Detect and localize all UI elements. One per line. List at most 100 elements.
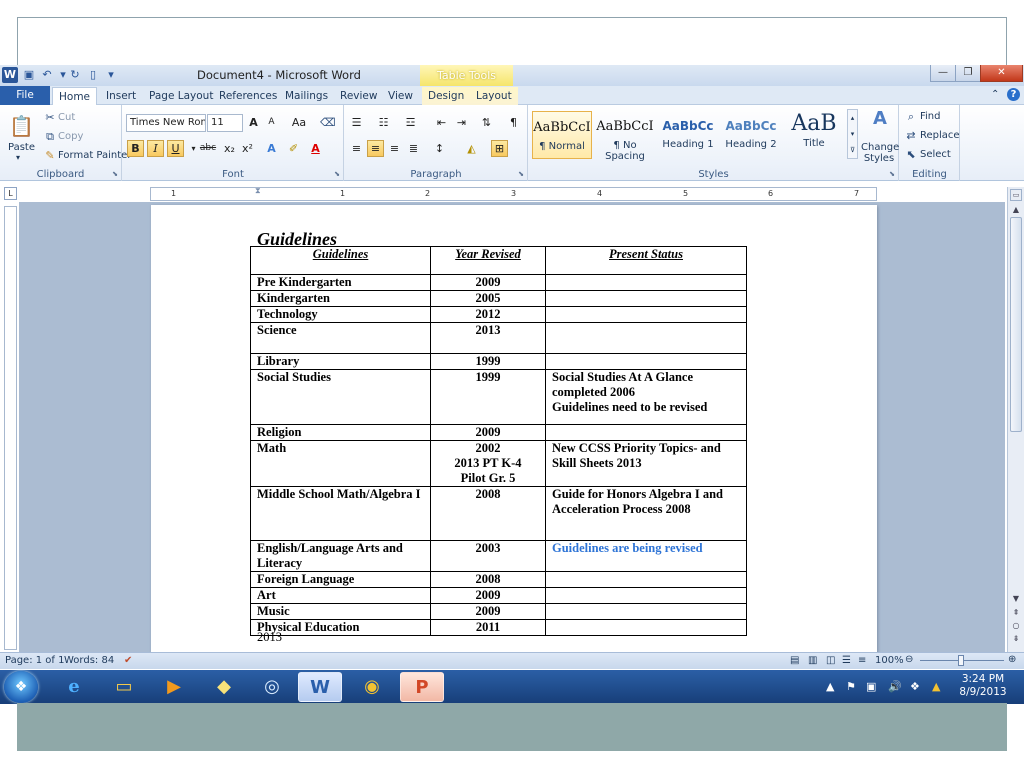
scroll-thumb[interactable] <box>1010 217 1022 432</box>
multilevel-list-icon[interactable]: ☲ <box>402 114 419 131</box>
cell-year-revised[interactable]: 2013 <box>430 322 546 354</box>
format-painter-button[interactable]: Format Painter <box>58 150 131 161</box>
scroll-down-icon[interactable]: ▼ <box>1010 594 1022 603</box>
cell-year-revised[interactable]: 2011 <box>430 619 546 636</box>
word-taskbar-icon[interactable]: W <box>298 672 342 702</box>
style-no-spacing[interactable]: AaBbCcI ¶ No Spacing <box>595 111 655 162</box>
grow-font-button[interactable]: A <box>245 114 262 131</box>
cut-icon[interactable]: ✂ <box>42 110 58 126</box>
word-app-icon[interactable]: W <box>2 67 18 83</box>
cell-year-revised[interactable]: 2009 <box>430 603 546 620</box>
bold-button[interactable]: B <box>127 140 144 157</box>
find-icon[interactable]: ⌕ <box>903 109 919 125</box>
tab-layout[interactable]: Layout <box>470 87 518 105</box>
cell-year-revised[interactable]: 2012 <box>430 306 546 323</box>
save-icon[interactable]: ▣ <box>22 68 36 82</box>
paste-dropdown-icon[interactable]: ▾ <box>16 153 20 162</box>
cell-present-status[interactable] <box>545 424 747 441</box>
horizontal-ruler[interactable]: 1 1 2 3 4 5 6 7 ⧗ <box>150 186 877 201</box>
undo-icon[interactable]: ↶ <box>40 68 54 82</box>
sticky-notes-icon[interactable]: ◆ <box>202 672 246 702</box>
cell-year-revised[interactable]: 2008 <box>430 571 546 588</box>
cell-guideline[interactable]: Religion <box>250 424 431 441</box>
style-heading-2[interactable]: AaBbCc Heading 2 <box>721 111 781 159</box>
tab-selector[interactable]: L <box>4 187 17 200</box>
bullets-icon[interactable]: ☰ <box>348 114 365 131</box>
file-explorer-icon[interactable]: ▭ <box>102 672 146 702</box>
system-clock[interactable]: 3:24 PM 8/9/2013 <box>955 673 1011 699</box>
cell-present-status[interactable] <box>545 603 747 620</box>
cell-guideline[interactable]: Library <box>250 353 431 370</box>
indent-marker-icon[interactable]: ⧗ <box>255 186 261 196</box>
highlight-icon[interactable]: ✐ <box>285 140 302 157</box>
select-button[interactable]: Select <box>920 149 951 160</box>
help-icon[interactable]: ? <box>1007 88 1020 101</box>
replace-button[interactable]: Replace <box>920 130 960 141</box>
select-icon[interactable]: ⬉ <box>903 147 919 163</box>
header-present-status[interactable]: Present Status <box>545 246 747 275</box>
increase-indent-icon[interactable]: ⇥ <box>453 114 470 131</box>
view-ruler-icon[interactable]: ▭ <box>1010 189 1022 201</box>
cell-year-revised[interactable]: 2008 <box>430 486 546 541</box>
cell-year-revised[interactable]: 1999 <box>430 353 546 370</box>
web-layout-icon[interactable]: ◫ <box>826 655 835 666</box>
sort-icon[interactable]: ⇅ <box>478 114 495 131</box>
styles-launcher-icon[interactable]: ⬊ <box>889 170 895 178</box>
restore-button[interactable]: ❐ <box>955 65 981 82</box>
change-styles-button[interactable]: Change Styles <box>861 142 899 164</box>
text-effects-icon[interactable]: A <box>263 140 280 157</box>
outline-icon[interactable]: ☰ <box>842 655 851 666</box>
paste-button[interactable]: Paste <box>8 142 35 153</box>
scroll-up-icon[interactable]: ▲ <box>1010 205 1022 214</box>
cell-year-revised[interactable]: 2002 2013 PT K-4 Pilot Gr. 5 <box>430 440 546 487</box>
cell-present-status[interactable] <box>545 587 747 604</box>
tab-mailings[interactable]: Mailings <box>279 87 334 105</box>
cell-guideline[interactable]: Technology <box>250 306 431 323</box>
next-page-icon[interactable]: ⇟ <box>1010 634 1022 643</box>
previous-page-icon[interactable]: ⇞ <box>1010 608 1022 617</box>
tab-review[interactable]: Review <box>334 87 383 105</box>
copy-button[interactable]: Copy <box>58 131 83 142</box>
customize-qat-icon[interactable]: ▾ <box>104 68 118 82</box>
style-heading-1[interactable]: AaBbCc Heading 1 <box>658 111 718 159</box>
shading-icon[interactable]: ◭ <box>463 140 480 157</box>
underline-button[interactable]: U <box>167 140 184 157</box>
numbering-icon[interactable]: ☷ <box>375 114 392 131</box>
tab-references[interactable]: References <box>213 87 283 105</box>
style-title[interactable]: AaB Title <box>784 111 844 159</box>
guidelines-table[interactable]: Guidelines Year Revised Present Status P… <box>250 246 747 636</box>
header-guidelines[interactable]: Guidelines <box>250 246 431 275</box>
zoom-in-icon[interactable]: ⊕ <box>1008 654 1016 665</box>
cell-guideline[interactable]: Music <box>250 603 431 620</box>
cut-button[interactable]: Cut <box>58 112 75 123</box>
superscript-button[interactable]: x² <box>239 140 256 157</box>
minimize-button[interactable]: — <box>930 65 956 82</box>
cell-present-status[interactable] <box>545 322 747 354</box>
font-launcher-icon[interactable]: ⬊ <box>334 170 340 178</box>
cell-year-revised[interactable]: 1999 <box>430 369 546 425</box>
cell-year-revised[interactable]: 2009 <box>430 424 546 441</box>
italic-button[interactable]: I <box>147 140 164 157</box>
redo-icon[interactable]: ↻ <box>68 68 82 82</box>
internet-explorer-icon[interactable]: e <box>52 672 96 702</box>
paste-icon[interactable]: 📋 <box>9 113 34 139</box>
network-tray-icon[interactable]: ▣ <box>866 680 876 693</box>
tab-design[interactable]: Design <box>422 87 471 105</box>
align-right-icon[interactable]: ≡ <box>386 140 403 157</box>
font-name-box[interactable]: Times New Roma <box>126 114 206 132</box>
cell-guideline[interactable]: Pre Kindergarten <box>250 274 431 291</box>
tab-view[interactable]: View <box>382 87 419 105</box>
show-formatting-icon[interactable]: ¶ <box>505 114 522 131</box>
zoom-slider-thumb[interactable] <box>958 655 964 666</box>
font-color-icon[interactable]: A <box>307 140 324 157</box>
new-document-icon[interactable]: ▯ <box>86 68 100 82</box>
cell-present-status[interactable]: Guidelines are being revised <box>545 540 747 572</box>
copy-icon[interactable]: ⧉ <box>42 129 58 145</box>
word-count[interactable]: Words: 84 <box>64 655 114 666</box>
align-center-icon[interactable]: ≡ <box>367 140 384 157</box>
cell-guideline[interactable]: English/Language Arts and Literacy <box>250 540 431 572</box>
format-painter-icon[interactable]: ✎ <box>42 148 58 164</box>
cell-guideline[interactable]: Social Studies <box>250 369 431 425</box>
justify-icon[interactable]: ≣ <box>405 140 422 157</box>
cell-guideline[interactable]: Science <box>250 322 431 354</box>
